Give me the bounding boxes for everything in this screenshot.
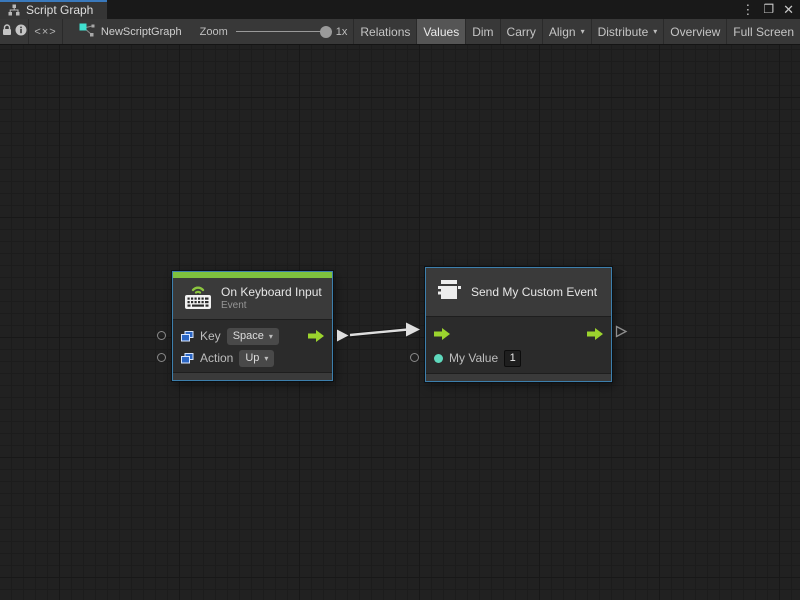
zoom-label: Zoom	[200, 26, 228, 38]
action-input-port[interactable]	[157, 353, 166, 362]
window-controls: ⋮ ❐ ✕	[741, 0, 794, 19]
code-icon: <×>	[34, 26, 56, 38]
button-label: Distribute	[598, 25, 649, 39]
enum-type-icon	[181, 331, 194, 342]
tab-script-graph[interactable]: Script Graph	[0, 0, 107, 19]
zoom-slider-track[interactable]	[236, 31, 332, 32]
dropdown-value: Space	[233, 330, 264, 343]
my-value-input-port[interactable]	[410, 353, 419, 362]
node-title: Send My Custom Event	[471, 285, 597, 299]
button-label: Full Screen	[733, 25, 794, 39]
close-icon[interactable]: ✕	[783, 0, 794, 19]
node-title: On Keyboard Input	[221, 285, 322, 299]
toolbar-toggle-buttons: Relations Values Dim Carry Align ▾ Distr…	[353, 19, 800, 44]
active-tab-indicator	[0, 0, 107, 2]
trigger-output-port[interactable]	[308, 330, 324, 342]
maximize-icon[interactable]: ❐	[763, 0, 774, 19]
tab-title: Script Graph	[26, 3, 93, 17]
tab-bar: Script Graph ⋮ ❐ ✕	[0, 0, 800, 19]
trigger-output-port[interactable]	[587, 328, 603, 340]
edit-code-button[interactable]: <×>	[29, 19, 63, 44]
port-row-my-value: My Value	[426, 346, 611, 370]
distribute-dropdown-button[interactable]: Distribute ▾	[591, 19, 664, 44]
dim-button[interactable]: Dim	[465, 19, 499, 44]
port-row-key: Key Space ▾	[173, 325, 332, 347]
port-label: My Value	[449, 351, 498, 365]
overview-button[interactable]: Overview	[663, 19, 726, 44]
node-header: On Keyboard Input Event	[173, 278, 332, 320]
node-footer	[426, 373, 611, 381]
button-label: Dim	[472, 25, 493, 39]
port-label: Key	[200, 329, 221, 343]
node-body: Key Space ▾	[173, 320, 332, 372]
button-label: Overview	[670, 25, 720, 39]
graph-tree-icon	[8, 4, 20, 16]
values-button[interactable]: Values	[416, 19, 465, 44]
zoom-slider[interactable]	[236, 19, 332, 44]
zoom-slider-handle[interactable]	[320, 26, 332, 38]
port-row-action: Action Up ▾	[173, 347, 332, 369]
graph-name: NewScriptGraph	[101, 26, 182, 38]
chevron-down-icon: ▾	[264, 352, 268, 365]
flow-port-row	[426, 322, 611, 346]
dropdown-value: Up	[245, 352, 259, 365]
carry-button[interactable]: Carry	[500, 19, 542, 44]
script-graph-window: Script Graph ⋮ ❐ ✕	[0, 0, 800, 600]
lock-icon	[2, 24, 12, 39]
relations-button[interactable]: Relations	[353, 19, 416, 44]
chevron-down-icon: ▾	[269, 330, 273, 343]
chevron-down-icon: ▾	[653, 27, 657, 36]
zoom-value: 1x	[336, 26, 348, 38]
script-graph-asset-icon	[79, 23, 95, 40]
zoom-control: Zoom 1x	[200, 19, 348, 44]
full-screen-button[interactable]: Full Screen	[726, 19, 800, 44]
my-value-input[interactable]	[504, 350, 521, 367]
trigger-input-port[interactable]	[434, 328, 450, 340]
button-label: Relations	[360, 25, 410, 39]
connection-wire	[0, 45, 800, 600]
node-footer	[173, 372, 332, 380]
info-icon	[15, 24, 27, 39]
connected-output-triangle[interactable]	[336, 329, 349, 342]
button-label: Align	[549, 25, 576, 39]
graph-canvas[interactable]: On Keyboard Input Event Key Space	[0, 45, 800, 600]
lock-button[interactable]	[0, 19, 14, 44]
port-label: Action	[200, 351, 233, 365]
node-header: Send My Custom Event	[426, 268, 611, 317]
info-button[interactable]	[14, 19, 28, 44]
value-port-dot	[434, 354, 443, 363]
node-body: My Value	[426, 317, 611, 373]
custom-event-icon	[436, 276, 463, 308]
unconnected-output-triangle[interactable]	[615, 325, 628, 338]
align-dropdown-button[interactable]: Align ▾	[542, 19, 591, 44]
chevron-down-icon: ▾	[581, 27, 585, 36]
node-send-my-custom-event[interactable]: Send My Custom Event My Value	[425, 267, 612, 382]
enum-type-icon	[181, 353, 194, 364]
graph-breadcrumb[interactable]: NewScriptGraph	[63, 19, 190, 44]
button-label: Carry	[507, 25, 536, 39]
toolbar: <×> NewScriptGraph Zoom 1x	[0, 19, 800, 45]
node-on-keyboard-input[interactable]: On Keyboard Input Event Key Space	[172, 271, 333, 381]
node-subtitle: Event	[221, 300, 322, 312]
node-titles: On Keyboard Input Event	[221, 285, 322, 312]
keyboard-icon	[183, 283, 213, 315]
key-input-port[interactable]	[157, 331, 166, 340]
key-dropdown[interactable]: Space ▾	[227, 328, 279, 345]
action-dropdown[interactable]: Up ▾	[239, 350, 274, 367]
more-options-icon[interactable]: ⋮	[741, 0, 754, 19]
button-label: Values	[423, 25, 459, 39]
